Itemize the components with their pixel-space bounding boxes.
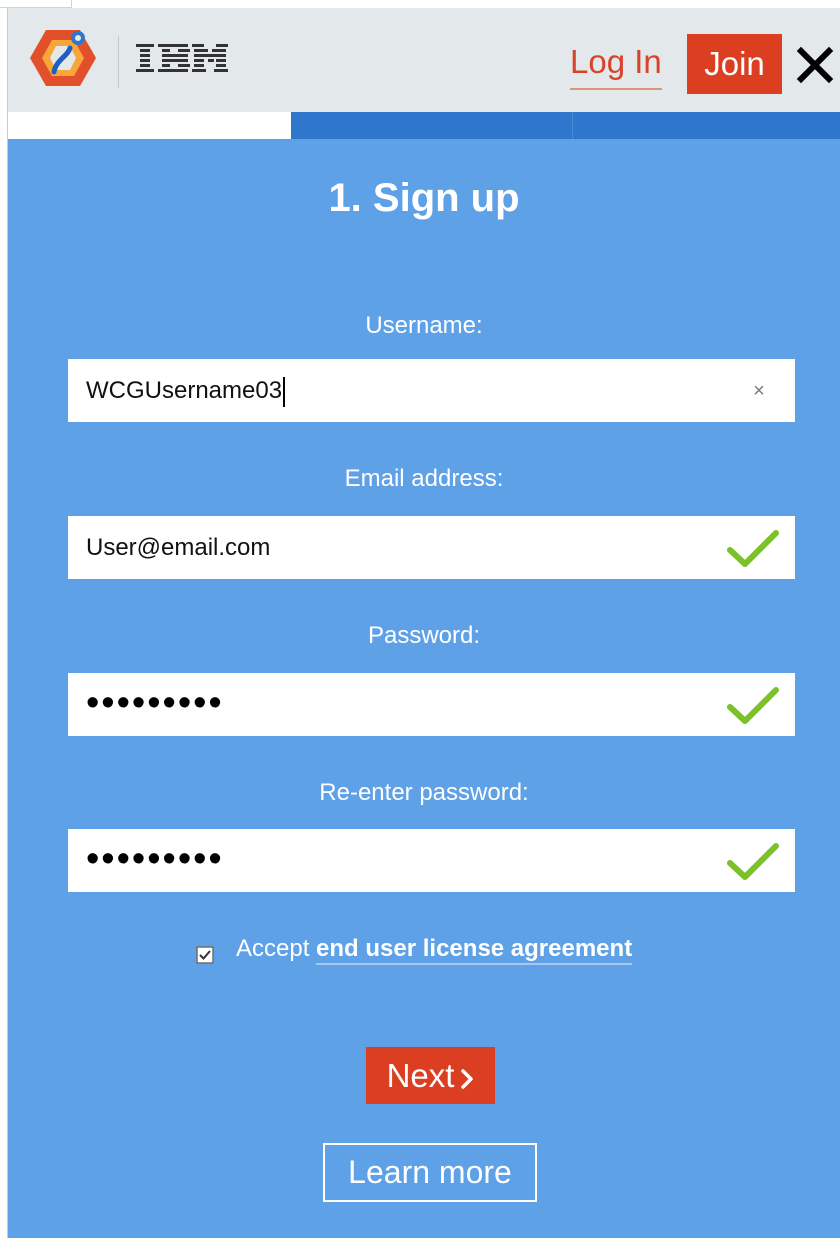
next-button[interactable]: Next — [366, 1047, 495, 1104]
text-caret — [283, 376, 286, 407]
close-icon[interactable] — [796, 46, 834, 84]
password-field[interactable]: ••••••••• — [68, 673, 795, 736]
checkmark-icon — [727, 686, 779, 726]
checkmark-icon — [727, 842, 779, 882]
eula-link[interactable]: end user license agreement — [316, 935, 633, 965]
accept-eula-text: Accept end user license agreement — [236, 932, 633, 966]
join-button[interactable]: Join — [687, 34, 782, 94]
reenter-password-value: ••••••••• — [86, 838, 224, 880]
page-title: 1. Sign up — [328, 176, 520, 220]
email-label: Email address: — [344, 465, 504, 492]
checkmark-icon — [727, 529, 779, 569]
accept-eula-checkbox[interactable] — [196, 940, 214, 964]
password-label: Password: — [367, 622, 481, 649]
signup-page: Log In Join 1. Sign up Username: WCGUser… — [0, 0, 840, 1238]
email-value: User@email.com — [86, 534, 271, 561]
password-value: ••••••••• — [86, 682, 224, 724]
world-community-grid-logo-icon — [28, 26, 98, 90]
reenter-password-field[interactable]: ••••••••• — [68, 829, 795, 892]
clear-input-icon[interactable]: × — [747, 379, 771, 403]
login-link[interactable]: Log In — [570, 38, 662, 90]
reenter-password-label: Re-enter password: — [319, 779, 529, 806]
logo-divider — [118, 36, 119, 88]
top-strip — [0, 0, 840, 8]
ibm-logo — [134, 36, 230, 80]
next-button-label: Next — [386, 1057, 455, 1094]
username-value: WCGUsername03 — [86, 359, 286, 422]
signup-progress-bar — [8, 112, 840, 139]
chevron-right-icon — [460, 1050, 474, 1107]
learn-more-button[interactable]: Learn more — [323, 1143, 537, 1202]
progress-step-divider — [572, 112, 573, 139]
username-label: Username: — [365, 312, 483, 339]
header: Log In Join — [8, 8, 840, 112]
email-field[interactable]: User@email.com — [68, 516, 795, 579]
left-edge — [0, 8, 8, 1238]
top-strip-tab — [0, 0, 72, 8]
progress-step-1-active — [8, 112, 291, 139]
username-field[interactable]: WCGUsername03 × — [68, 359, 795, 422]
